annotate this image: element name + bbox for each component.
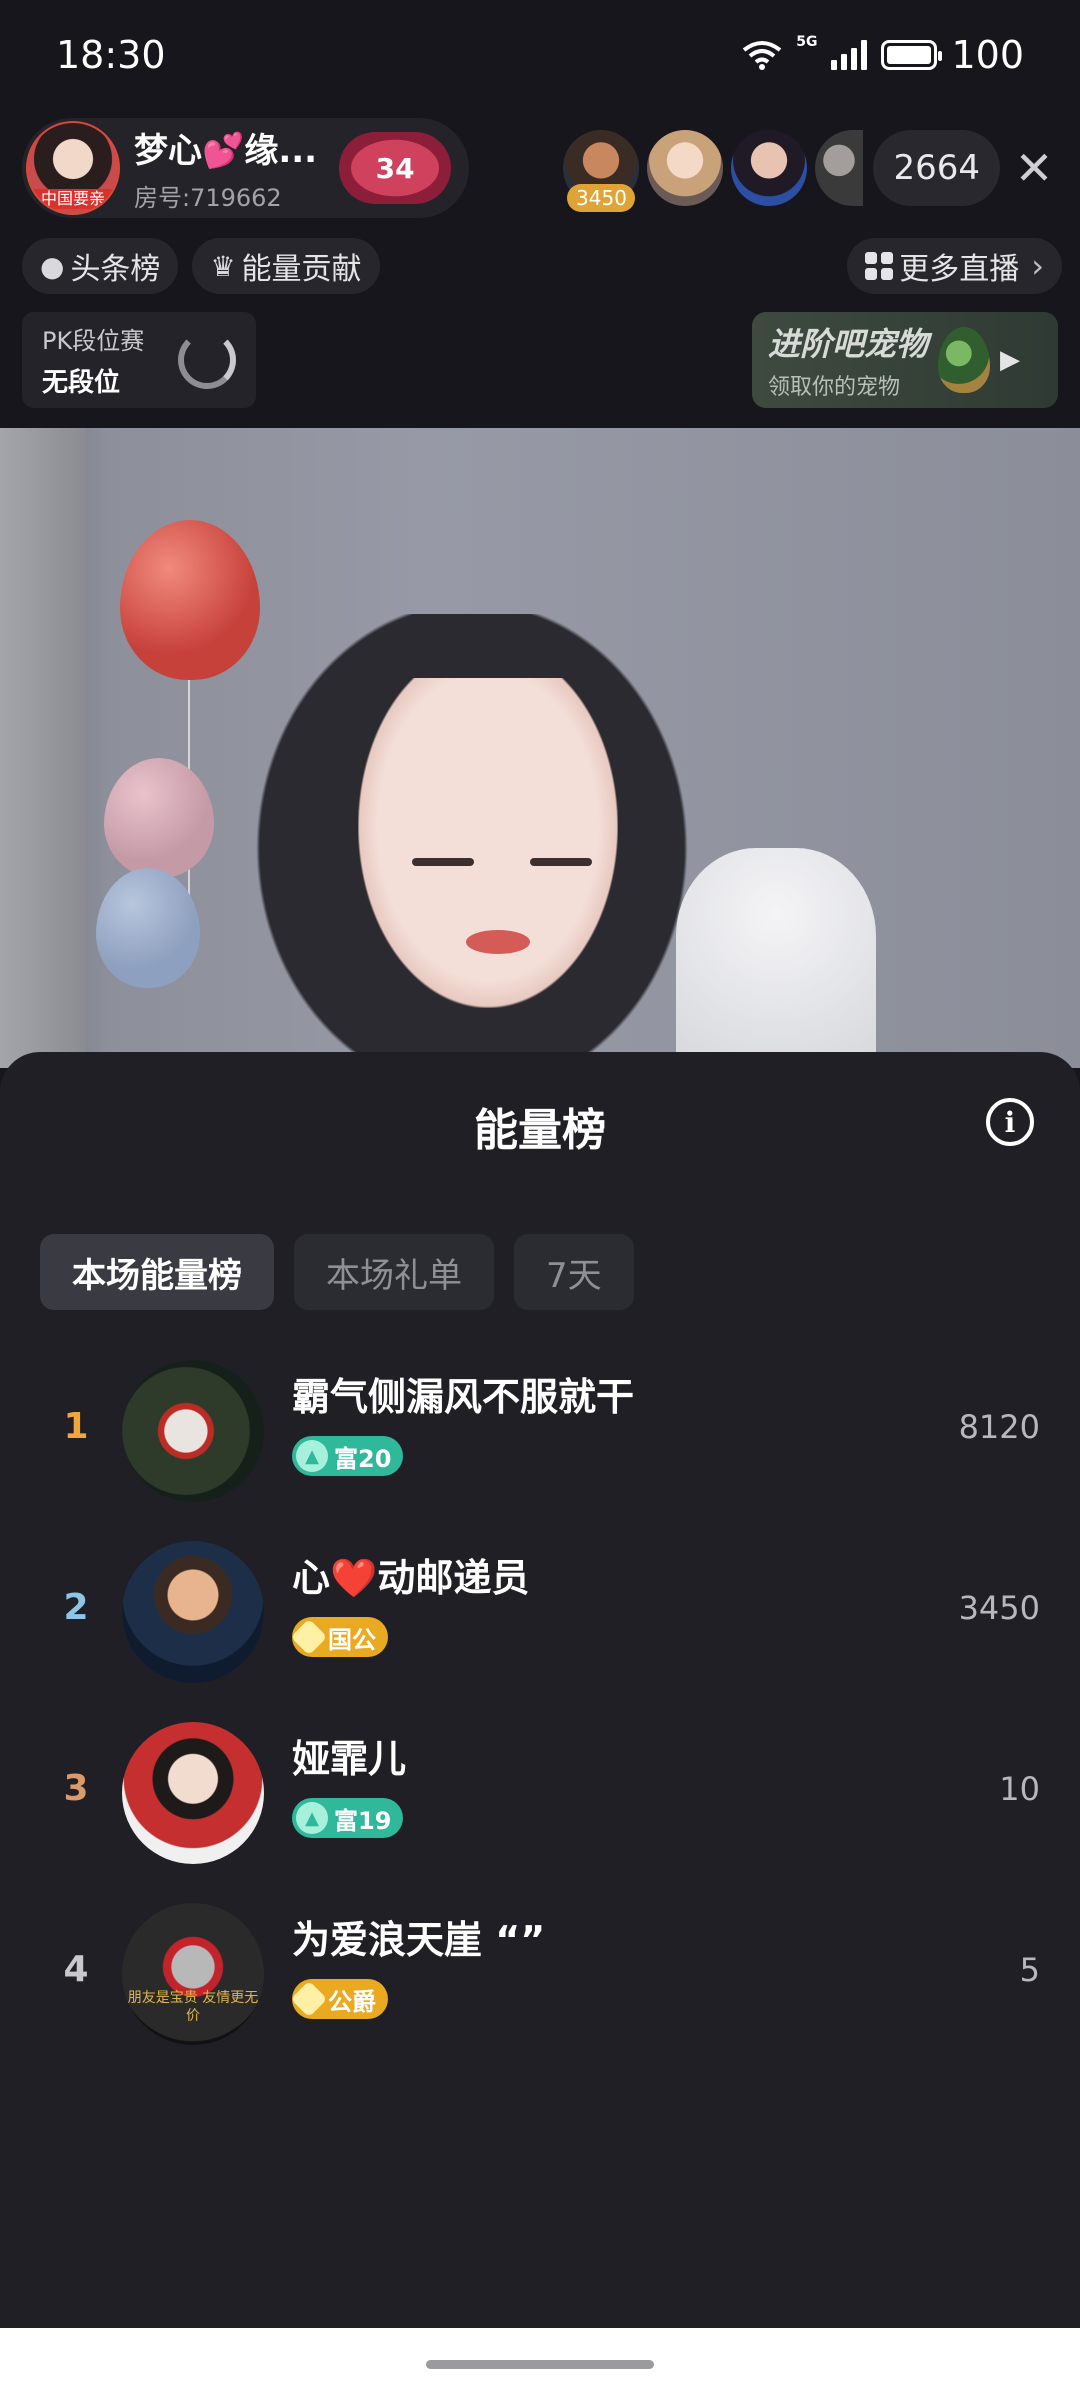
home-indicator[interactable] <box>426 2360 654 2369</box>
heart-count: 34 <box>375 151 415 185</box>
user-name: 霸气侧漏风不服就干 <box>292 1375 635 1419</box>
level-badge: ▲ 富20 <box>292 1436 404 1476</box>
level-badge-label: 公爵 <box>328 1987 376 2016</box>
pet-egg-icon <box>938 327 991 393</box>
sub-row: ● 头条榜 ♛ 能量贡献 更多直播 › <box>22 238 1062 294</box>
chevron-right-icon: › <box>1031 247 1044 285</box>
more-live-label: 更多直播 <box>899 252 1020 287</box>
headline-label: 头条榜 <box>70 252 161 287</box>
signal-icon <box>831 40 868 70</box>
pk-rank-card[interactable]: PK段位赛 无段位 <box>22 312 256 408</box>
more-live-button[interactable]: 更多直播 › <box>847 238 1062 294</box>
grid-icon <box>865 252 894 280</box>
host-room-number: 房号:719662 <box>134 184 282 212</box>
play-arrow-icon: ▶ <box>1000 345 1021 375</box>
pk-rank-icon <box>178 331 236 389</box>
heart-follow-badge[interactable]: 34 <box>339 132 452 204</box>
avatar-text: 朋友是宝贵 友情更无价 <box>127 1990 259 2024</box>
tab-session-energy[interactable]: 本场能量榜 <box>40 1234 274 1310</box>
noble-level-icon <box>290 1980 328 2018</box>
close-icon[interactable]: ✕ <box>1006 140 1062 196</box>
viewer-avatar[interactable]: 3450 <box>563 130 640 212</box>
level-badge-label: 国公 <box>328 1625 376 1654</box>
crown-icon: ♛ <box>210 249 236 283</box>
status-time: 18:30 <box>56 33 166 77</box>
host-row: 中国要亲 梦心💕缘... 房号:719662 34 3450 2664 ✕ <box>22 118 1062 218</box>
level-badge-label: 富19 <box>334 1806 392 1835</box>
viewer-badge: 3450 <box>567 184 636 212</box>
tab-7-days[interactable]: 7天 <box>514 1234 634 1310</box>
rank-tabs: 本场能量榜 本场礼单 7天 <box>40 1234 634 1310</box>
home-bar <box>0 2328 1080 2400</box>
energy-score: 3450 <box>958 1589 1040 1627</box>
level-badge: 国公 <box>290 1617 388 1657</box>
rank-row[interactable]: 4 朋友是宝贵 友情更无价 为爱浪天崖 “” 公爵 5 <box>0 1895 1080 2076</box>
rank-row[interactable]: 3 娅霏儿 ▲ 富19 10 <box>0 1714 1080 1895</box>
host-info[interactable]: 中国要亲 梦心💕缘... 房号:719662 34 <box>22 118 470 218</box>
user-name: 娅霏儿 <box>292 1737 407 1781</box>
pet-subtitle: 领取你的宠物 <box>768 375 901 400</box>
user-avatar[interactable] <box>122 1360 264 1502</box>
user-avatar[interactable] <box>122 1722 264 1864</box>
rank-row[interactable]: 1 霸气侧漏风不服就干 ▲ 富20 8120 <box>0 1352 1080 1533</box>
status-bar: 18:30 5G 100 <box>0 0 1080 110</box>
pk-rank: 无段位 <box>42 368 121 398</box>
rank-number: 2 <box>63 1587 89 1628</box>
viewer-count[interactable]: 2664 <box>873 130 1000 206</box>
host-avatar[interactable]: 中国要亲 <box>26 121 120 215</box>
rich-level-icon: ▲ <box>296 1440 328 1472</box>
user-name: 心❤️动邮递员 <box>292 1556 530 1600</box>
viewer-avatar[interactable] <box>731 130 808 206</box>
noble-level-icon <box>290 1618 328 1656</box>
pet-title: 进阶吧宠物 <box>768 325 929 363</box>
battery-icon <box>881 40 943 70</box>
rank-row[interactable]: 2 心❤️动邮递员 国公 3450 <box>0 1533 1080 1714</box>
energy-score: 10 <box>999 1770 1040 1808</box>
level-badge-label: 富20 <box>334 1444 392 1473</box>
pet-banner[interactable]: 进阶吧宠物 领取你的宠物 ▶ <box>752 312 1058 408</box>
energy-score: 5 <box>1019 1951 1040 1989</box>
level-badge: 公爵 <box>290 1979 388 2019</box>
energy-contribution-label: 能量贡献 <box>241 252 362 287</box>
heart-icon: ❤️ <box>330 1556 378 1600</box>
rank-number: 4 <box>63 1949 89 1990</box>
host-name: 梦心💕缘... <box>134 131 318 171</box>
energy-rank-sheet: 能量榜 i 本场能量榜 本场礼单 7天 1 霸气侧漏风不服就干 ▲ 富20 81… <box>0 1052 1080 2328</box>
user-avatar[interactable] <box>122 1541 264 1683</box>
host-avatar-tag: 中国要亲 <box>28 189 118 209</box>
balloon-image <box>96 868 200 988</box>
level-badge: ▲ 富19 <box>292 1798 404 1838</box>
viewer-list: 3450 2664 ✕ <box>555 118 1062 218</box>
energy-score: 8120 <box>958 1408 1040 1446</box>
live-video[interactable] <box>0 428 1080 1068</box>
rank-list: 1 霸气侧漏风不服就干 ▲ 富20 8120 2 心❤️动邮递员 国公 3450… <box>0 1352 1080 2076</box>
flame-icon: ● <box>40 249 65 283</box>
viewer-avatar[interactable] <box>647 130 724 206</box>
headline-chip[interactable]: ● 头条榜 <box>22 238 179 294</box>
tab-session-gifts[interactable]: 本场礼单 <box>294 1234 494 1310</box>
rank-number: 3 <box>63 1768 89 1809</box>
wifi-icon <box>743 41 782 70</box>
network-type-label: 5G <box>796 34 818 50</box>
rich-level-icon: ▲ <box>296 1802 328 1834</box>
battery-level: 100 <box>951 33 1024 77</box>
pk-title: PK段位赛 <box>42 327 145 355</box>
balloon-image <box>104 758 214 878</box>
viewer-avatar[interactable] <box>815 130 864 206</box>
info-icon[interactable]: i <box>986 1098 1034 1146</box>
status-icons: 5G 100 <box>742 33 1024 77</box>
energy-contribution-chip[interactable]: ♛ 能量贡献 <box>192 238 380 294</box>
user-avatar[interactable]: 朋友是宝贵 友情更无价 <box>122 1903 264 2045</box>
user-name: 为爱浪天崖 “” <box>292 1918 546 1962</box>
rank-number: 1 <box>63 1406 89 1447</box>
sheet-title: 能量榜 <box>474 1105 606 1156</box>
